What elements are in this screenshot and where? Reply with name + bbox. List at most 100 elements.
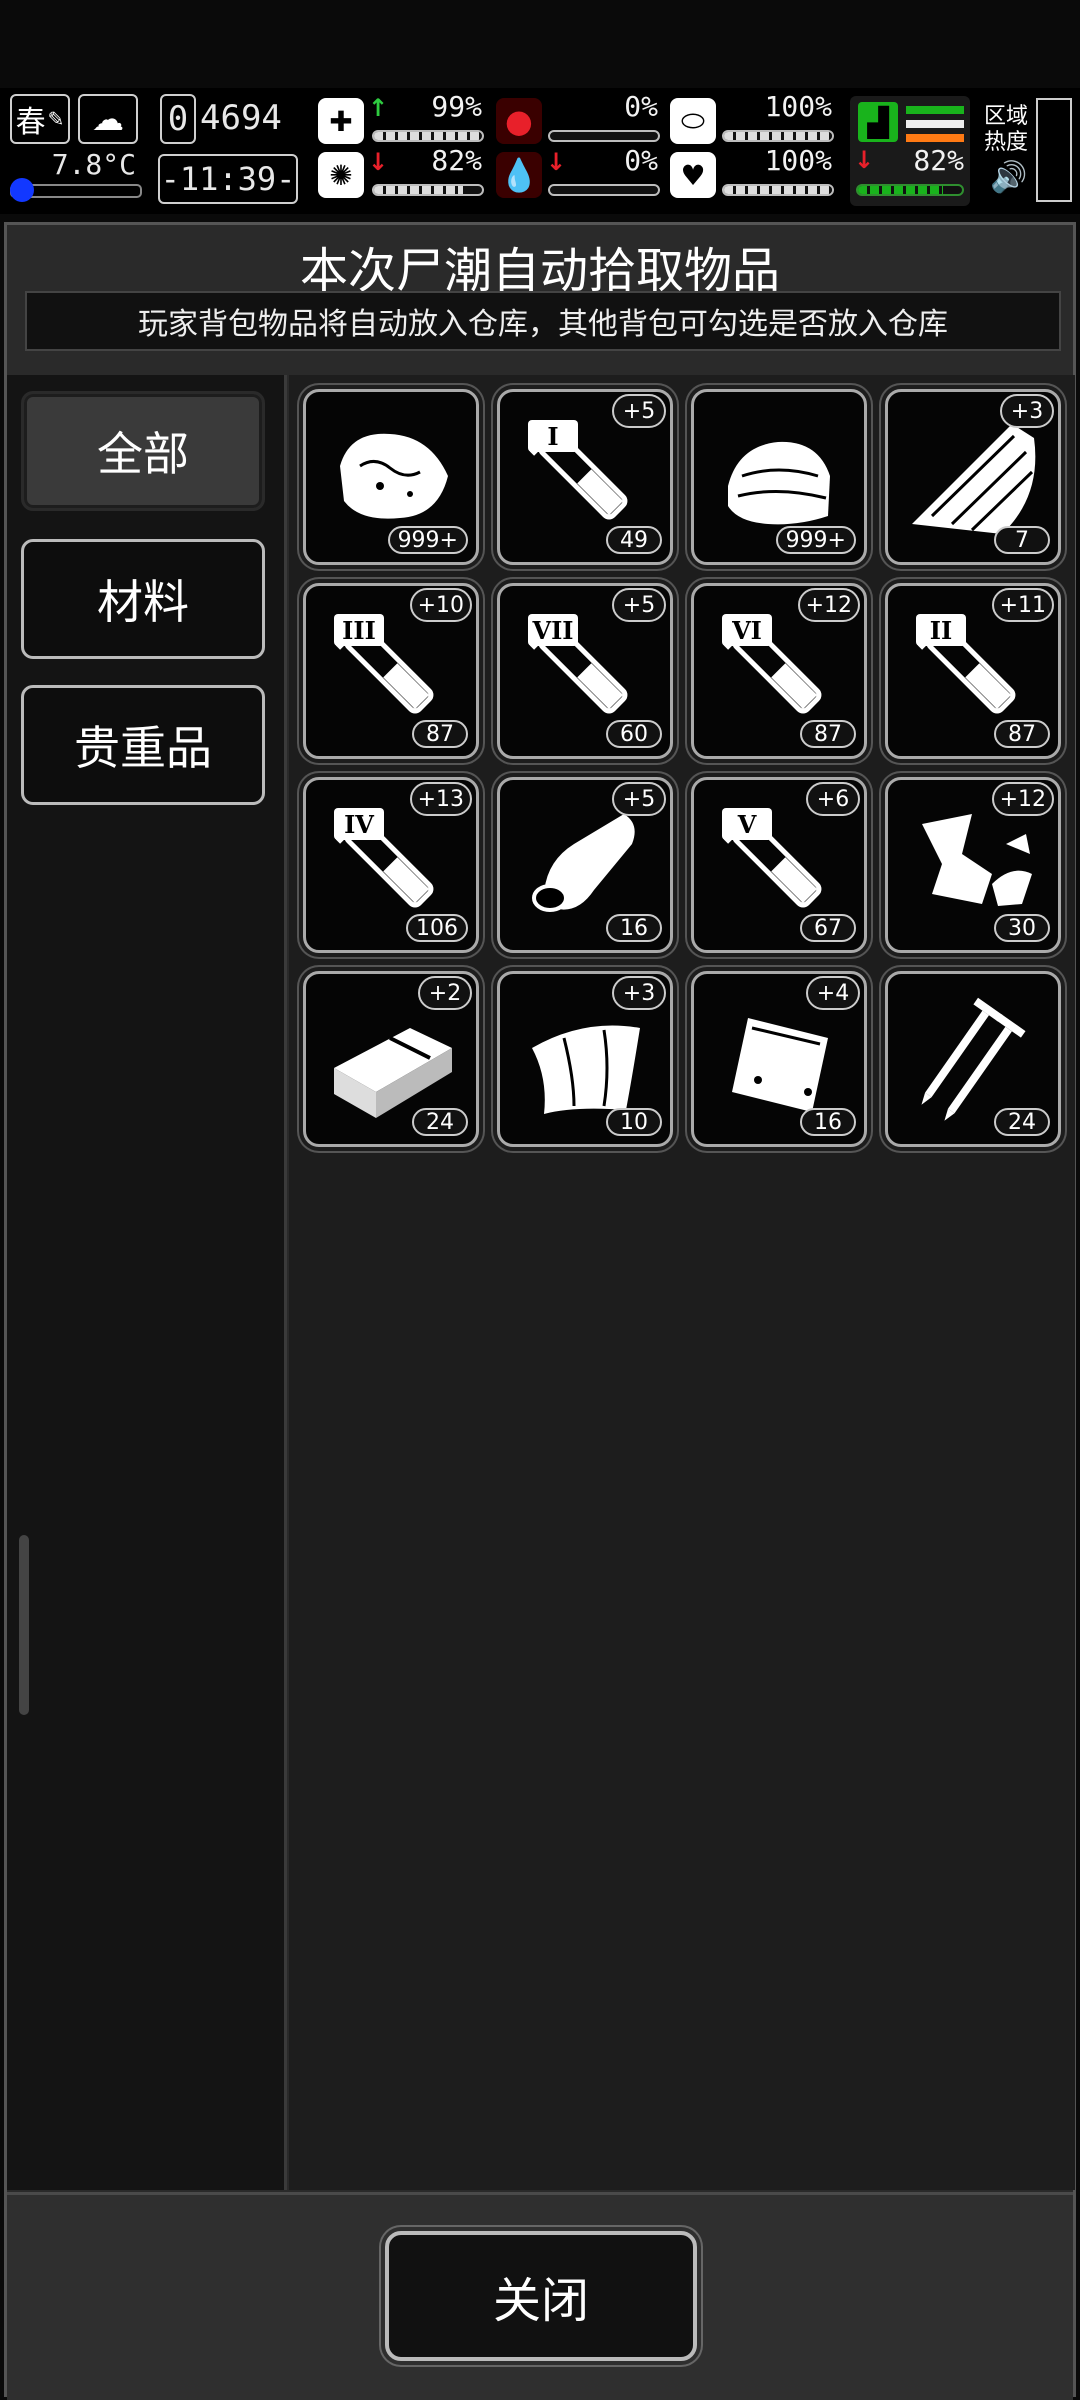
- temperature-knob-icon: [10, 178, 34, 202]
- stamina-value: 82%: [913, 144, 964, 177]
- pill-bar: [722, 130, 834, 142]
- boot-icon: ▟: [858, 102, 898, 142]
- speaker-icon[interactable]: 🔊: [990, 160, 1027, 195]
- panel-subtitle: 玩家背包物品将自动放入仓库，其他背包可勾选是否放入仓库: [138, 307, 948, 342]
- item-count: 30: [994, 914, 1050, 942]
- item-count: 87: [412, 720, 468, 748]
- tab-valuables-label: 贵重品: [74, 721, 212, 775]
- hunger-value: 0%: [624, 90, 658, 123]
- temperature-label: 7.8°C: [51, 148, 136, 181]
- item-slot[interactable]: +4 16: [691, 971, 867, 1147]
- weather-box: ☁: [78, 94, 138, 144]
- day-counter: 4694: [200, 98, 282, 138]
- tab-valuables[interactable]: 贵重品: [21, 685, 265, 805]
- hunger-bar: [548, 130, 660, 142]
- item-count: 87: [994, 720, 1050, 748]
- item-slot[interactable]: 999+: [691, 389, 867, 565]
- tier-badge: V: [722, 808, 772, 840]
- feather-icon: ✎: [47, 107, 65, 131]
- stomach-icon: ●: [496, 98, 542, 144]
- health-bar: [372, 130, 484, 142]
- stamina-box: ▟ ↓ 82%: [850, 96, 970, 206]
- blood-bar: [548, 184, 660, 196]
- subtitle-box: 玩家背包物品将自动放入仓库，其他背包可勾选是否放入仓库: [25, 291, 1061, 351]
- season-label: 春: [15, 105, 46, 140]
- item-count: 24: [994, 1108, 1050, 1136]
- health-value: 99%: [431, 90, 482, 123]
- brain-icon: ✺: [318, 152, 364, 198]
- item-slot[interactable]: II +11 87: [885, 583, 1061, 759]
- item-slot[interactable]: +12 30: [885, 777, 1061, 953]
- bonus-badge: +11: [991, 588, 1054, 622]
- item-slot[interactable]: +5 16: [497, 777, 673, 953]
- item-slot[interactable]: V +6 67: [691, 777, 867, 953]
- tier-badge: I: [528, 420, 578, 452]
- bonus-badge: +3: [612, 976, 666, 1010]
- item-slot[interactable]: III +10 87: [303, 583, 479, 759]
- item-slot[interactable]: 24: [885, 971, 1061, 1147]
- item-slot[interactable]: 999+: [303, 389, 479, 565]
- day-digit: 0: [167, 99, 189, 139]
- item-slot[interactable]: VI +12 87: [691, 583, 867, 759]
- status-hud: 春 ✎ ☁ 7.8°C 0 4694 -11:39- ✚ ↑ 99% ● 0% …: [0, 88, 1080, 214]
- auto-loot-panel: 本次尸潮自动拾取物品 玩家背包物品将自动放入仓库，其他背包可勾选是否放入仓库 全…: [4, 222, 1076, 2400]
- close-button[interactable]: 关闭: [385, 2231, 697, 2361]
- category-sidebar: 全部 材料 贵重品: [7, 375, 287, 2190]
- heart-value: 100%: [764, 144, 832, 177]
- sanity-value: 82%: [431, 144, 482, 177]
- item-count: 10: [606, 1108, 662, 1136]
- scrollbar[interactable]: [19, 1535, 29, 1715]
- zone-heat-meter: [1036, 98, 1072, 202]
- pill-icon: ⬭: [670, 98, 716, 144]
- bonus-badge: +5: [612, 588, 666, 622]
- rain-cloud-icon: ☁: [92, 100, 124, 138]
- bonus-badge: +2: [418, 976, 472, 1010]
- item-count: 67: [800, 914, 856, 942]
- bonus-badge: +4: [806, 976, 860, 1010]
- bonus-badge: +12: [991, 782, 1054, 816]
- item-slot[interactable]: VII +5 60: [497, 583, 673, 759]
- item-count: 999+: [387, 526, 468, 554]
- season-box: 春 ✎: [10, 94, 70, 144]
- tier-badge: III: [334, 614, 384, 646]
- stamina-bar: [856, 184, 964, 196]
- item-slot[interactable]: I +5 49: [497, 389, 673, 565]
- sanity-bar: [372, 184, 484, 196]
- item-slot[interactable]: +3 7: [885, 389, 1061, 565]
- item-count: 16: [800, 1108, 856, 1136]
- medkit-icon: ✚: [318, 98, 364, 144]
- clock-box: -11:39-: [158, 154, 298, 204]
- tier-badge: VII: [528, 614, 578, 646]
- panel-footer: 关闭: [7, 2192, 1073, 2400]
- item-slot[interactable]: +2 24: [303, 971, 479, 1147]
- bonus-badge: +5: [612, 782, 666, 816]
- blood-drop-icon: 💧: [496, 152, 542, 198]
- bonus-badge: +13: [409, 782, 472, 816]
- tab-all[interactable]: 全部: [21, 391, 265, 511]
- tab-materials[interactable]: 材料: [21, 539, 265, 659]
- item-grid: 999+ I +5 49 999+ +3 7 III +10 87 VII +5 60 VI +12 87 II…: [289, 375, 1075, 2190]
- heart-icon: ♥: [670, 152, 716, 198]
- tab-materials-label: 材料: [97, 575, 189, 629]
- bonus-badge: +12: [797, 588, 860, 622]
- clock: -11:39-: [160, 160, 296, 198]
- stamina-stripe-white: [906, 120, 964, 128]
- item-count: 999+: [775, 526, 856, 554]
- tier-badge: VI: [722, 614, 772, 646]
- blood-value: 0%: [624, 144, 658, 177]
- stamina-stripe-green: [906, 106, 964, 114]
- tier-badge: IV: [334, 808, 384, 840]
- stamina-stripe-orange: [906, 134, 964, 142]
- item-count: 60: [606, 720, 662, 748]
- item-count: 7: [994, 526, 1050, 554]
- item-count: 106: [406, 914, 468, 942]
- tier-badge: II: [916, 614, 966, 646]
- item-slot[interactable]: +3 10: [497, 971, 673, 1147]
- bonus-badge: +6: [806, 782, 860, 816]
- item-count: 49: [606, 526, 662, 554]
- item-slot[interactable]: IV +13 106: [303, 777, 479, 953]
- item-count: 24: [412, 1108, 468, 1136]
- heart-bar: [722, 184, 834, 196]
- item-count: 16: [606, 914, 662, 942]
- close-button-label: 关闭: [492, 2273, 589, 2329]
